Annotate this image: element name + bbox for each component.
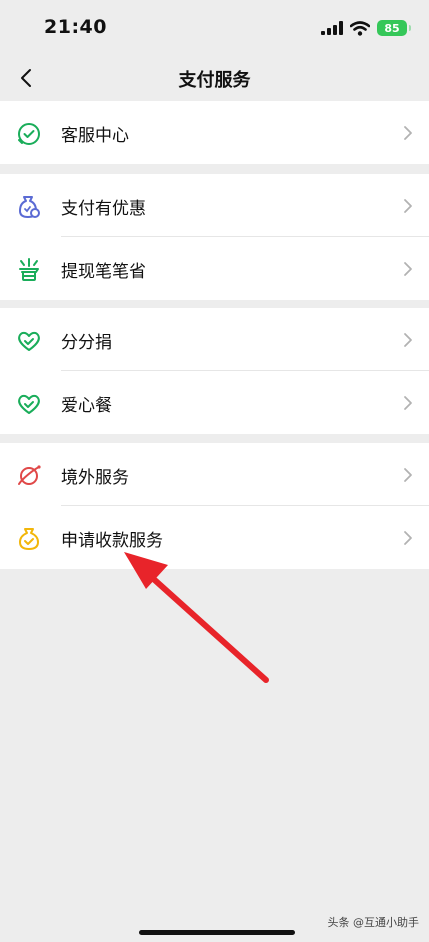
menu-item-apply-payment-collection[interactable]: 申请收款服务 [0, 506, 429, 569]
nav-bar: 支付服务 [0, 56, 429, 100]
menu-item-love-meal[interactable]: 爱心餐 [0, 371, 429, 434]
chevron-right-icon [404, 199, 412, 213]
menu-item-label: 爱心餐 [61, 396, 112, 416]
group-charity: 分分捐 爱心餐 [0, 308, 429, 434]
watermark: 头条 @互通小助手 [327, 916, 420, 929]
chevron-right-icon [404, 262, 412, 276]
globe-plane-icon [18, 465, 41, 485]
menu-item-label: 分分捐 [61, 333, 112, 353]
menu-item-overseas-service[interactable]: 境外服务 [0, 443, 429, 506]
headset-chat-icon [18, 123, 40, 145]
group-payment-offers: 支付有优惠 提现笔笔省 [0, 174, 429, 300]
menu-item-label: 境外服务 [61, 468, 129, 488]
battery-indicator: 85 [377, 20, 411, 36]
chevron-right-icon [404, 468, 412, 482]
discount-bag-icon [19, 196, 40, 218]
page-title: 支付服务 [178, 70, 251, 91]
menu-item-fenfen-donate[interactable]: 分分捐 [0, 308, 429, 371]
status-time: 21:40 [44, 16, 107, 38]
signal-icon [321, 21, 343, 35]
heart-check-icon [18, 394, 40, 414]
chevron-right-icon [404, 396, 412, 410]
group-other-services: 境外服务 申请收款服务 [0, 443, 429, 569]
battery-level: 85 [384, 21, 400, 35]
menu-item-label: 提现笔笔省 [61, 262, 146, 282]
menu-item-label: 支付有优惠 [61, 199, 146, 219]
menu-item-label: 申请收款服务 [61, 531, 163, 551]
money-bag-icon [19, 528, 39, 550]
status-icons: 85 [321, 18, 411, 38]
menu-item-withdraw-savings[interactable]: 提现笔笔省 [0, 237, 429, 300]
wifi-icon [350, 20, 370, 36]
chevron-right-icon [404, 531, 412, 545]
heart-check-icon [18, 331, 40, 351]
menu-item-label: 客服中心 [61, 126, 129, 146]
save-money-icon [19, 258, 39, 281]
status-bar: 21:40 85 [0, 0, 429, 56]
home-indicator [139, 930, 295, 935]
chevron-right-icon [404, 333, 412, 347]
group-customer-service: 客服中心 [0, 101, 429, 164]
menu-item-payment-discount[interactable]: 支付有优惠 [0, 174, 429, 237]
menu-item-customer-service[interactable]: 客服中心 [0, 101, 429, 164]
chevron-right-icon [404, 126, 412, 140]
